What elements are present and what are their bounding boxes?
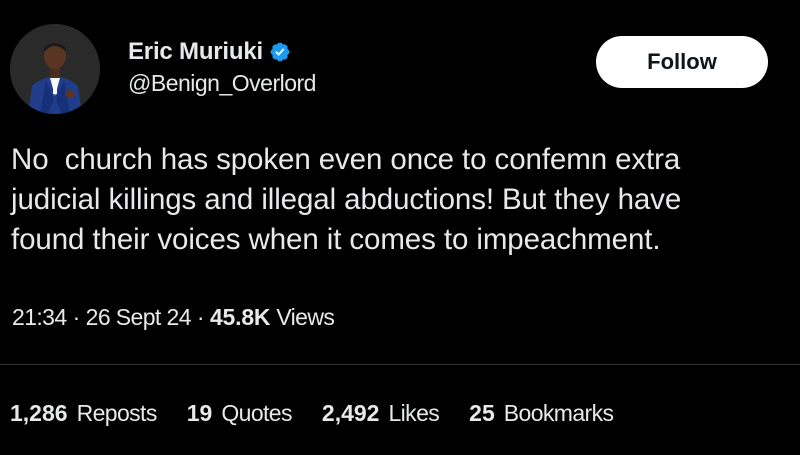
stat-count: 25 — [469, 400, 495, 426]
stat-count: 19 — [186, 400, 213, 426]
tweet-date[interactable]: 26 Sept 24 — [86, 304, 192, 331]
author-handle[interactable]: @Benign_Overlord — [128, 70, 316, 97]
author-identity: Eric Muriuki @Benign_Overlord — [128, 36, 316, 97]
stat-count: 2,492 — [321, 400, 380, 426]
meta-separator: · — [196, 304, 205, 330]
follow-button[interactable]: Follow — [596, 36, 768, 88]
views-label: Views — [276, 304, 335, 330]
stat-quotes[interactable]: 19 Quotes — [186, 400, 293, 427]
author-display-name[interactable]: Eric Muriuki — [128, 38, 263, 66]
stat-likes[interactable]: 2,492 Likes — [321, 400, 440, 427]
stat-count: 1,286 — [10, 400, 68, 426]
tweet-text: No church has spoken even once to confem… — [11, 143, 682, 256]
verified-badge-icon — [269, 41, 291, 63]
avatar-image — [10, 24, 100, 114]
views-count: 45.8K — [209, 304, 271, 330]
stat-reposts[interactable]: 1,286 Reposts — [10, 400, 157, 427]
stat-label: Reposts — [76, 400, 158, 426]
tweet-time[interactable]: 21:34 — [12, 304, 67, 331]
tweet-meta: 21:34 · 26 Sept 24 · 45.8K Views — [12, 304, 335, 331]
stat-label: Likes — [388, 400, 440, 426]
tweet-card: Eric Muriuki @Benign_Overlord Follow No … — [0, 0, 800, 455]
stat-label: Bookmarks — [503, 400, 614, 426]
stat-bookmarks[interactable]: 25 Bookmarks — [469, 400, 614, 427]
tweet-header: Eric Muriuki @Benign_Overlord Follow — [10, 24, 790, 120]
name-row: Eric Muriuki — [128, 36, 316, 68]
divider — [0, 364, 800, 365]
avatar[interactable] — [10, 24, 100, 114]
stat-label: Quotes — [221, 400, 292, 426]
engagement-stats: 1,286 Reposts 19 Quotes 2,492 Likes 25 B… — [10, 400, 614, 427]
meta-separator: · — [72, 304, 81, 330]
